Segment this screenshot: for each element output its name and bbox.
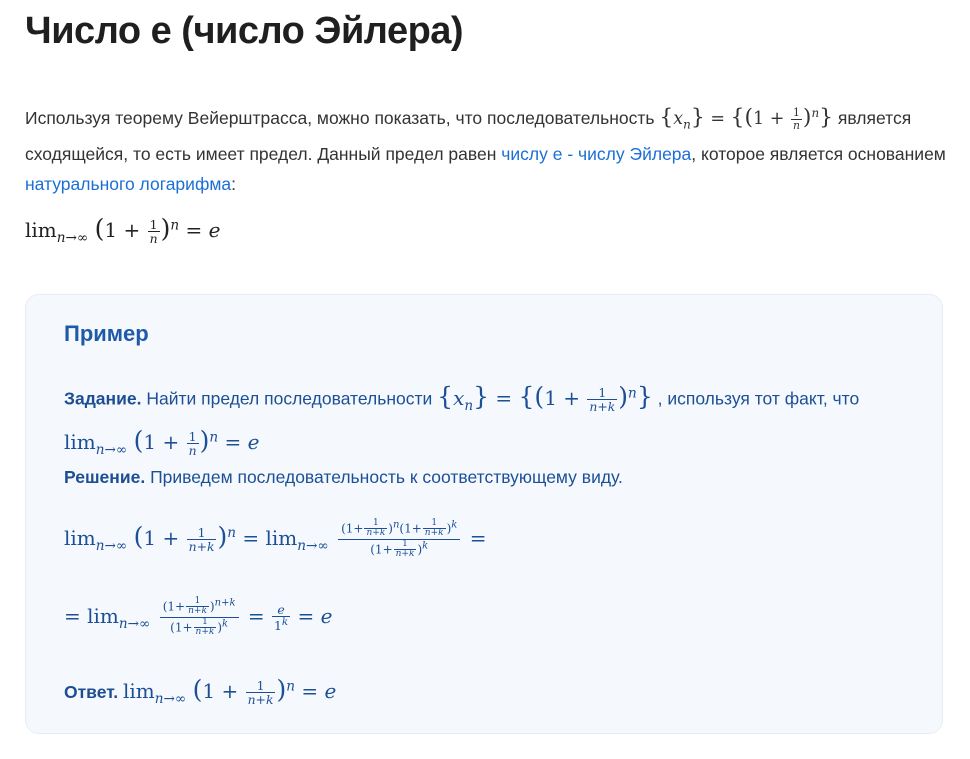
task-sequence-formula: {xn} = {(1 + 1 n+k)n} xyxy=(437,381,653,414)
intro-paragraph: Используя теорему Вейерштрасса, можно по… xyxy=(25,98,950,199)
solution-formula-2: = limn→∞ (1+ 1 n+k)n+k (1+ 1 n+k)k = e 1k = e xyxy=(64,596,333,638)
example-title: Пример xyxy=(64,321,149,346)
solution-text: Приведем последовательность к соответств… xyxy=(150,467,623,487)
task-text-2: , используя тот факт, что xyxy=(657,388,860,409)
intro-text-3: , которое является основанием xyxy=(691,144,946,165)
solution-block: Решение. Приведем последовательность к с… xyxy=(64,467,623,488)
natural-log-link[interactable]: натурального логарифма xyxy=(25,174,231,194)
intro-text-1: Используя теорему Вейерштрасса, можно по… xyxy=(25,107,655,128)
euler-number-link[interactable]: числу e - числу Эйлера xyxy=(501,144,691,164)
task-text-1: Найти предел последовательности xyxy=(146,388,433,409)
answer-formula: limn→∞ (1 + 1 n+k)n = e xyxy=(122,675,337,707)
task-limit-formula: limn→∞ (1 + 1 n)n = e xyxy=(64,426,260,459)
task-label: Задание. xyxy=(64,388,142,409)
answer-label: Ответ. xyxy=(64,682,119,702)
example-box: Пример Задание. Найти предел последовате… xyxy=(25,294,943,734)
limit-formula: limn→∞ (1 + 1 n)n = e xyxy=(25,214,221,246)
answer-block: Ответ. limn→∞ (1 + 1 n+k)n = e xyxy=(64,675,336,707)
intro-text-4: : xyxy=(231,174,236,195)
solution-label: Решение. xyxy=(64,467,146,487)
solution-formula-1: limn→∞ (1 + 1 n+k)n = limn→∞ (1+ 1 n+k)n(1+… xyxy=(64,518,487,560)
sequence-formula: {xn} = {(1 + 1 n)n} xyxy=(659,104,834,132)
page-title: Число e (число Эйлера) xyxy=(25,10,464,52)
task-block: Задание. Найти предел последовательности… xyxy=(64,377,904,466)
